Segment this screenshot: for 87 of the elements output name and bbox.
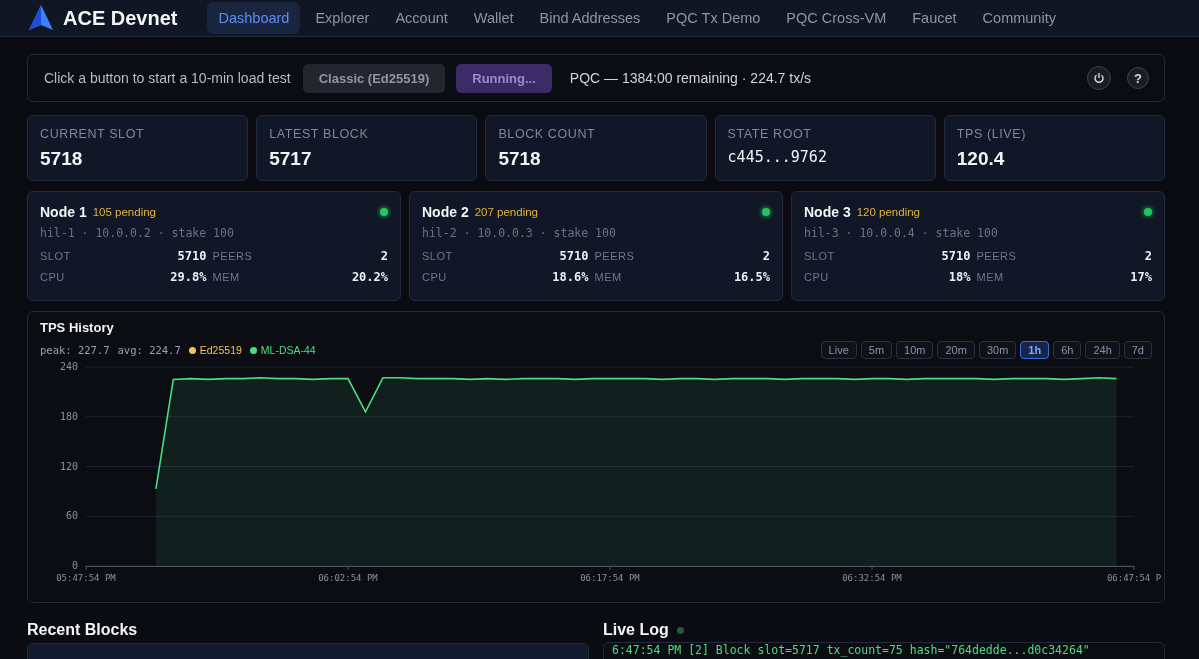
metric-label: CPU xyxy=(40,271,66,283)
metric-value: 5710 xyxy=(558,249,589,263)
metric-value: 20.2% xyxy=(350,270,388,284)
nav-tab[interactable]: Account xyxy=(384,2,459,34)
x-tick-label: 06:47:54 P xyxy=(1106,573,1162,583)
y-tick-label: 60 xyxy=(65,510,78,522)
stat-value: c445...9762 xyxy=(727,148,828,166)
stat-label: TPS (LIVE) xyxy=(956,127,1027,141)
metric-value: 2 xyxy=(1143,249,1152,263)
pending-count: 105 pending xyxy=(92,206,157,218)
power-icon[interactable] xyxy=(1087,66,1111,90)
range-button[interactable]: 24h xyxy=(1085,341,1120,359)
node-name: Node 1 xyxy=(40,204,87,220)
range-button[interactable]: 10m xyxy=(896,341,934,359)
metric-value: 2 xyxy=(379,249,388,263)
x-tick-label: 06:17:54 PM xyxy=(580,573,640,583)
nav-tab[interactable]: PQC Tx Demo xyxy=(655,2,772,34)
stat-value: 120.4 xyxy=(956,148,1006,170)
avg-value: avg: 224.7 xyxy=(117,344,181,356)
metric-label: PEERS xyxy=(976,250,1017,262)
node-info: hil-1 · 10.0.0.2 · stake 100 xyxy=(40,226,235,240)
metric-value: 18.6% xyxy=(551,270,589,284)
classic-button[interactable]: Classic (Ed25519) xyxy=(302,63,446,93)
nav-tab[interactable]: Bind Addresses xyxy=(528,2,652,34)
help-button[interactable]: ? xyxy=(1127,67,1149,89)
metric-label: CPU xyxy=(422,271,448,283)
x-tick-label: 05:47:54 PM xyxy=(56,573,116,583)
metric-label: PEERS xyxy=(212,250,253,262)
stat-label: CURRENT SLOT xyxy=(40,127,146,141)
metric-label: CPU xyxy=(804,271,830,283)
node-name: Node 2 xyxy=(422,204,469,220)
stat-label: BLOCK COUNT xyxy=(498,127,597,141)
chart-title: TPS History xyxy=(40,320,115,335)
stat-value: 5717 xyxy=(269,148,313,170)
metric-value: 18% xyxy=(947,270,971,284)
legend-label: Ed25519 xyxy=(199,344,242,356)
nav-tab[interactable]: Wallet xyxy=(462,2,525,34)
metric-label: PEERS xyxy=(594,250,635,262)
x-tick-label: 06:02:54 PM xyxy=(318,573,378,583)
pending-count: 120 pending xyxy=(856,206,921,218)
legend-label: ML-DSA-44 xyxy=(260,344,316,356)
section-title: Live Log xyxy=(603,621,669,639)
stat-value: 5718 xyxy=(498,148,542,170)
pending-count: 207 pending xyxy=(474,206,539,218)
metric-label: SLOT xyxy=(40,250,71,262)
metric-value: 17% xyxy=(1129,270,1152,284)
nav-tab[interactable]: Dashboard xyxy=(207,2,301,34)
metric-value: 29.8% xyxy=(169,270,207,284)
metric-label: SLOT xyxy=(804,250,835,262)
range-button[interactable]: 6h xyxy=(1053,341,1082,359)
metric-value: 5710 xyxy=(940,249,971,263)
nav-tab[interactable]: Explorer xyxy=(304,2,381,34)
x-tick-label: 06:32:54 PM xyxy=(842,573,902,583)
range-button[interactable]: 20m xyxy=(937,341,975,359)
stat-label: STATE ROOT xyxy=(727,127,813,141)
node-info: hil-2 · 10.0.0.3 · stake 100 xyxy=(422,226,617,240)
node-name: Node 3 xyxy=(804,204,851,220)
section-title: Recent Blocks xyxy=(27,621,138,639)
range-button[interactable]: Live xyxy=(820,341,857,359)
y-tick-label: 0 xyxy=(71,560,78,571)
y-tick-label: 180 xyxy=(59,410,78,422)
peak-value: peak: 227.7 xyxy=(40,344,110,356)
node-info: hil-3 · 10.0.0.4 · stake 100 xyxy=(804,226,999,240)
metric-value: 5710 xyxy=(176,249,207,263)
range-button[interactable]: 5m xyxy=(860,341,893,359)
metric-label: MEM xyxy=(976,271,1005,283)
metric-label: SLOT xyxy=(422,250,453,262)
stat-value: 5718 xyxy=(40,148,84,170)
y-tick-label: 240 xyxy=(59,361,78,372)
brand-name: ACE Devnet xyxy=(63,6,178,30)
metric-value: 2 xyxy=(761,249,770,263)
metric-label: MEM xyxy=(212,271,241,283)
metric-label: MEM xyxy=(594,271,623,283)
nav-tab[interactable]: PQC Cross-VM xyxy=(775,2,898,34)
range-button[interactable]: 1h xyxy=(1020,341,1050,359)
log-line: 6:47:54 PM [2] Block slot=5717 tx_count=75 hash="764dedde...d0c34264" xyxy=(612,643,1091,657)
y-tick-label: 120 xyxy=(59,460,78,472)
running-button[interactable]: Running... xyxy=(456,63,552,93)
nav-tab[interactable]: Faucet xyxy=(901,2,968,34)
load-test-status: PQC — 1384:00 remaining · 224.7 tx/s xyxy=(569,70,813,86)
load-test-hint: Click a button to start a 10-min load test xyxy=(44,70,291,86)
nav-tab[interactable]: Community xyxy=(971,2,1067,34)
logo-icon xyxy=(28,4,54,32)
stat-label: LATEST BLOCK xyxy=(269,127,370,141)
range-button[interactable]: 7d xyxy=(1123,341,1152,359)
range-button[interactable]: 30m xyxy=(978,341,1017,359)
metric-value: 16.5% xyxy=(732,270,770,284)
